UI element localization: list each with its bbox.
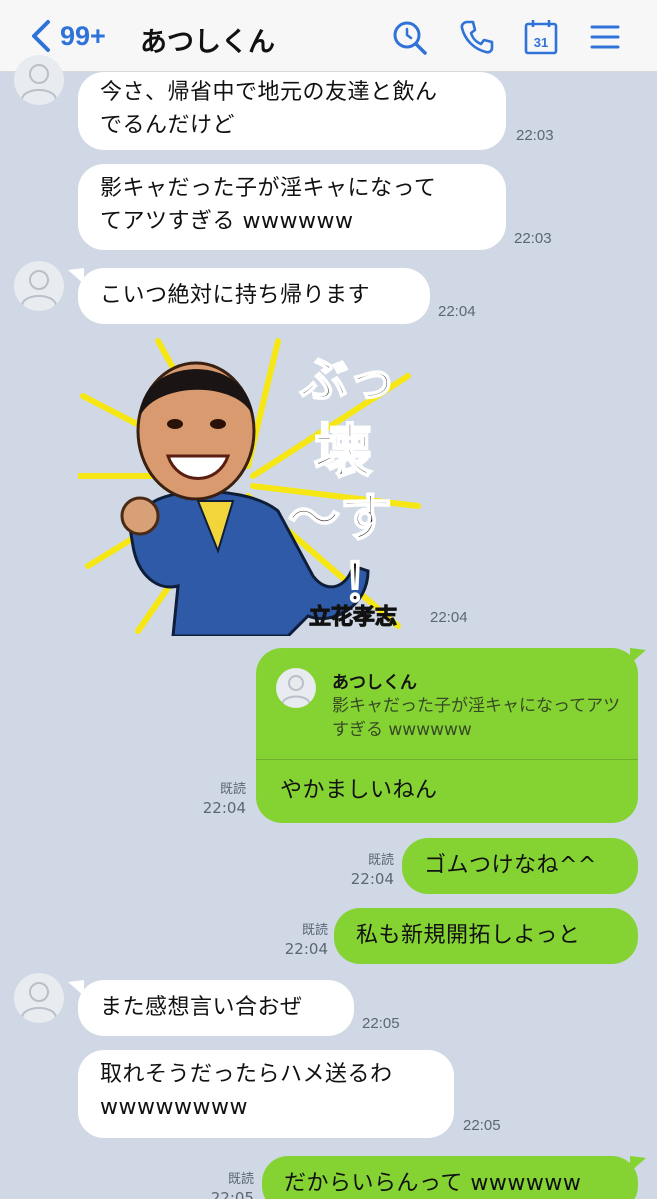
avatar[interactable]: [14, 261, 64, 311]
message-bubble[interactable]: だからいらんって wwwwww: [262, 1156, 638, 1199]
calendar-day: 31: [534, 35, 548, 50]
message-bubble[interactable]: こいつ絶対に持ち帰ります: [78, 268, 430, 324]
avatar[interactable]: [14, 973, 64, 1023]
sticker[interactable]: ぶっ 壊 〜す ！ 立花孝志: [75, 336, 423, 638]
chevron-left-icon: [32, 20, 50, 52]
calendar-button[interactable]: 31: [522, 18, 560, 56]
back-button[interactable]: 99+: [30, 18, 106, 54]
message-line: 今さ、帰省中で地元の友達と飲ん: [100, 80, 438, 105]
read-label: 既読: [301, 923, 328, 938]
read-status: 既読 22:04: [336, 851, 394, 889]
message-line: でるんだけど: [100, 113, 236, 138]
message-time: 22:04: [350, 870, 394, 888]
message-text: やかましいねん: [280, 778, 438, 803]
message-time: 22:03: [516, 127, 554, 144]
message-time: 22:03: [514, 230, 552, 247]
avatar: [276, 668, 316, 708]
call-button[interactable]: [458, 18, 496, 56]
reply-message-bubble[interactable]: あつしくん 影キャだった子が淫キャになってアツすぎる wwwwww やかましいね…: [256, 648, 638, 823]
user-silhouette-icon: [21, 64, 57, 100]
menu-icon: [590, 25, 620, 49]
message-bubble[interactable]: また感想言い合おぜ: [78, 980, 354, 1036]
message-line: 影キャだった子が淫キャになって: [100, 176, 437, 201]
sticker-caption-1: ぶっ: [299, 352, 396, 408]
bubble-tail: [630, 1156, 646, 1172]
message-time: 22:04: [202, 799, 246, 817]
message-text: 私も新規開拓しよっと: [356, 923, 581, 948]
search-button[interactable]: [390, 18, 428, 56]
sticker-caption-2: 壊: [314, 417, 372, 485]
read-label: 既読: [219, 782, 246, 797]
sticker-caption-3: 〜す: [288, 489, 392, 549]
message-line: てアツすぎる wwwwww: [100, 209, 354, 234]
message-time: 22:05: [362, 1015, 400, 1032]
message-line: wwwwwwww: [100, 1095, 248, 1120]
user-silhouette-icon: [281, 675, 311, 705]
sticker-image: ぶっ 壊 〜す ！ 立花孝志: [75, 338, 421, 638]
read-status: 既読 22:05: [196, 1170, 254, 1199]
user-silhouette-icon: [21, 270, 57, 306]
quoted-sender: あつしくん: [332, 673, 417, 693]
calendar-icon: 31: [524, 20, 558, 55]
read-label: 既読: [367, 853, 394, 868]
bubble-tail: [630, 648, 646, 664]
search-icon: [393, 21, 427, 55]
sticker-signature: 立花孝志: [309, 604, 397, 630]
message-bubble[interactable]: 今さ、帰省中で地元の友達と飲ん でるんだけど: [78, 72, 506, 150]
message-line: 取れそうだったらハメ送るわ: [100, 1062, 393, 1087]
message-bubble[interactable]: ゴムつけなね^^: [402, 838, 638, 894]
message-line: また感想言い合おぜ: [100, 995, 303, 1020]
message-time: 22:05: [210, 1189, 254, 1199]
message-text: ゴムつけなね^^: [424, 853, 597, 878]
menu-button[interactable]: [586, 18, 624, 56]
read-label: 既読: [227, 1172, 254, 1187]
read-status: 既読 22:04: [190, 780, 246, 818]
chat-title: あつしくん: [140, 27, 275, 58]
quoted-text: 影キャだった子が淫キャになってアツすぎる wwwwww: [332, 696, 621, 740]
chat-header: 99+ あつしくん 31: [0, 0, 657, 72]
phone-icon: [460, 20, 494, 54]
message-time: 22:04: [438, 303, 476, 320]
message-bubble[interactable]: 影キャだった子が淫キャになって てアツすぎる wwwwww: [78, 164, 506, 250]
message-time: 22:04: [284, 940, 328, 958]
message-time: 22:05: [463, 1117, 501, 1134]
message-bubble[interactable]: 私も新規開拓しよっと: [334, 908, 638, 964]
quoted-message[interactable]: あつしくん 影キャだった子が淫キャになってアツすぎる wwwwww: [256, 648, 638, 760]
message-time: 22:04: [430, 609, 468, 626]
unread-count: 99+: [60, 20, 106, 51]
read-status: 既読 22:04: [270, 921, 328, 959]
user-silhouette-icon: [21, 982, 57, 1018]
message-bubble[interactable]: 取れそうだったらハメ送るわ wwwwwwww: [78, 1050, 454, 1138]
message-line: こいつ絶対に持ち帰ります: [100, 283, 371, 308]
message-text: だからいらんって wwwwww: [284, 1171, 582, 1196]
avatar[interactable]: [14, 55, 64, 105]
